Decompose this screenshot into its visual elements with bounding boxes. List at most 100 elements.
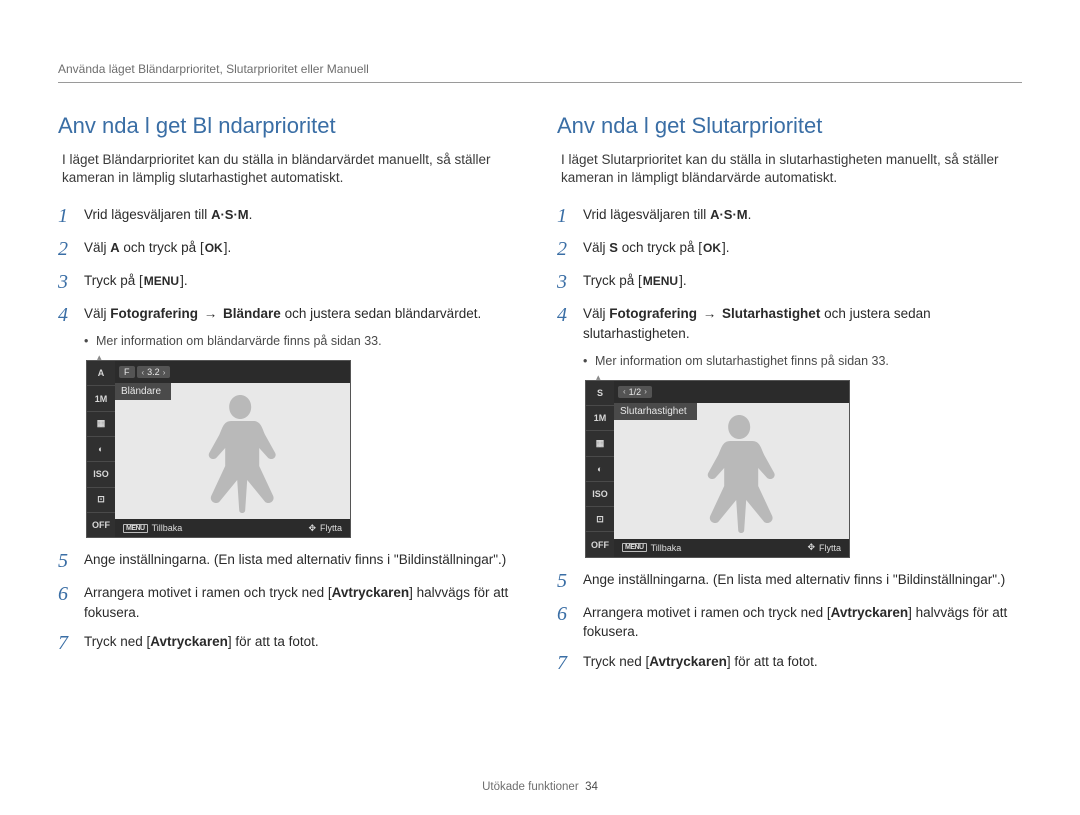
menu-path-1: Fotografering: [609, 306, 697, 321]
section-title-aperture: Anv nda l get Bl ndarprioritet: [58, 113, 523, 139]
intro-shutter: I läget Slutarprioritet kan du ställa in…: [557, 151, 1022, 187]
step-text: ] för att ta fotot.: [228, 634, 319, 649]
lcd-side-icon: OFF: [87, 513, 115, 537]
move-label: Flytta: [819, 543, 841, 553]
step-text: Välj: [583, 306, 609, 321]
lcd-side-icon: S: [586, 381, 614, 406]
lcd-side-icon: ⊡: [87, 488, 115, 513]
mode-s-icon: S: [609, 239, 618, 258]
menu-path-2: Bländare: [223, 306, 281, 321]
chevron-up-icon: ▴: [596, 372, 601, 383]
step-text: och justera sedan bländarvärdet.: [281, 306, 481, 321]
step-4: 4 Välj Fotografering → Bländare och just…: [58, 304, 523, 350]
shutter-label: Avtryckaren: [649, 654, 727, 669]
sub-bullet: Mer information om bländarvärde finns på…: [84, 332, 523, 350]
menu-button-label: MENU: [642, 273, 679, 290]
step-1: 1 Vrid lägesväljaren till A·S·M.: [58, 205, 523, 228]
asm-icon: A·S·M: [211, 206, 249, 225]
lcd-side-icon: OFF: [586, 532, 614, 556]
move-label: Flytta: [320, 523, 342, 533]
step-text: och tryck på [: [120, 240, 204, 255]
step-text: ].: [224, 240, 232, 255]
step-3: 3 Tryck på [MENU].: [58, 271, 523, 294]
arrow-icon: →: [701, 304, 719, 324]
step-7: 7Tryck ned [Avtryckaren] för att ta foto…: [557, 652, 1022, 675]
step-text: Arrangera motivet i ramen och tryck ned …: [583, 605, 831, 620]
silhouette-icon: [195, 389, 285, 519]
lcd-sidebar: A 1M ▦ ◐ ISO ⊡ OFF: [87, 361, 115, 537]
back-label: Tillbaka: [152, 523, 183, 533]
back-label: Tillbaka: [651, 543, 682, 553]
step-1: 1 Vrid lägesväljaren till A·S·M.: [557, 205, 1022, 228]
step-text: Ange inställningarna. (En lista med alte…: [583, 570, 1022, 590]
shutter-label: Avtryckaren: [831, 605, 909, 620]
lcd-topbar: ‹1/2›: [614, 381, 849, 403]
lcd-label: Bländare: [115, 383, 171, 400]
step-text: och tryck på [: [618, 240, 702, 255]
step-text: ].: [722, 240, 730, 255]
shutter-label: Avtryckaren: [332, 585, 410, 600]
step-text: Vrid lägesväljaren till: [583, 207, 710, 222]
lcd-side-icon: ISO: [586, 482, 614, 507]
step-text: Välj: [84, 306, 110, 321]
column-shutter-priority: Anv nda l get Slutarprioritet I läget Sl…: [557, 113, 1022, 685]
step-6: 6Arrangera motivet i ramen och tryck ned…: [58, 583, 523, 622]
step-text: ].: [679, 273, 687, 288]
lcd-label: Slutarhastighet: [614, 403, 697, 420]
lcd-bottombar: MENU Tillbaka ✥ Flytta: [115, 519, 350, 537]
menu-icon: MENU: [123, 524, 148, 533]
step-text: Vrid lägesväljaren till: [84, 207, 211, 222]
lcd-side-icon: A: [87, 361, 115, 386]
lcd-sidebar: S 1M ▦ ◐ ISO ⊡ OFF: [586, 381, 614, 557]
footer-text: Utökade funktioner: [482, 781, 579, 793]
aperture-value-chip: ‹3.2›: [137, 366, 171, 378]
step-7: 7Tryck ned [Avtryckaren] för att ta foto…: [58, 632, 523, 655]
aperture-chip: F: [119, 366, 135, 378]
silhouette-icon: [694, 409, 784, 539]
shutter-value-chip: ‹1/2›: [618, 386, 652, 398]
chevron-up-icon: ▴: [97, 352, 102, 363]
ok-button-label: OK: [204, 240, 224, 257]
lcd-topbar: F ‹3.2›: [115, 361, 350, 383]
step-text: Arrangera motivet i ramen och tryck ned …: [84, 585, 332, 600]
shutter-label: Avtryckaren: [150, 634, 228, 649]
step-text: Ange inställningarna. (En lista med alte…: [84, 550, 523, 570]
mode-a-icon: A: [110, 239, 119, 258]
step-text: Tryck ned [: [84, 634, 150, 649]
lcd-side-icon: 1M: [586, 406, 614, 431]
lcd-preview-aperture: ▴ A 1M ▦ ◐ ISO ⊡ OFF F ‹3.2›: [86, 360, 523, 538]
step-2: 2 Välj A och tryck på [OK].: [58, 238, 523, 261]
step-3: 3 Tryck på [MENU].: [557, 271, 1022, 294]
step-text: Välj: [583, 240, 609, 255]
step-text: Välj: [84, 240, 110, 255]
column-aperture-priority: Anv nda l get Bl ndarprioritet I läget B…: [58, 113, 523, 685]
lcd-side-icon: ◐: [586, 457, 614, 482]
menu-button-label: MENU: [143, 273, 180, 290]
header-breadcrumb: Använda läget Bländarprioritet, Slutarpr…: [58, 62, 1022, 83]
lcd-side-icon: ▦: [586, 431, 614, 456]
step-5: 5Ange inställningarna. (En lista med alt…: [58, 550, 523, 573]
arrow-icon: →: [202, 304, 220, 324]
lcd-preview-shutter: ▴ S 1M ▦ ◐ ISO ⊡ OFF ‹1/2› Slut: [585, 380, 1022, 558]
page-number: 34: [585, 781, 598, 793]
section-title-shutter: Anv nda l get Slutarprioritet: [557, 113, 1022, 139]
sub-bullet: Mer information om slutarhastighet finns…: [583, 352, 1022, 370]
page-footer: Utökade funktioner 34: [0, 781, 1080, 793]
ok-button-label: OK: [702, 240, 722, 257]
lcd-side-icon: ISO: [87, 462, 115, 487]
lcd-side-icon: ⊡: [586, 507, 614, 532]
step-text: Tryck på [: [583, 273, 642, 288]
menu-path-1: Fotografering: [110, 306, 198, 321]
step-6: 6Arrangera motivet i ramen och tryck ned…: [557, 603, 1022, 642]
lcd-side-icon: ▦: [87, 412, 115, 437]
lcd-side-icon: 1M: [87, 386, 115, 411]
move-icon: ✥: [308, 523, 316, 534]
move-icon: ✥: [807, 542, 815, 553]
step-5: 5Ange inställningarna. (En lista med alt…: [557, 570, 1022, 593]
lcd-side-icon: ◐: [87, 437, 115, 462]
step-4: 4 Välj Fotografering → Slutarhastighet o…: [557, 304, 1022, 369]
step-text: Tryck på [: [84, 273, 143, 288]
lcd-bottombar: MENUTillbaka ✥Flytta: [614, 539, 849, 557]
step-2: 2 Välj S och tryck på [OK].: [557, 238, 1022, 261]
menu-path-2: Slutarhastighet: [722, 306, 820, 321]
